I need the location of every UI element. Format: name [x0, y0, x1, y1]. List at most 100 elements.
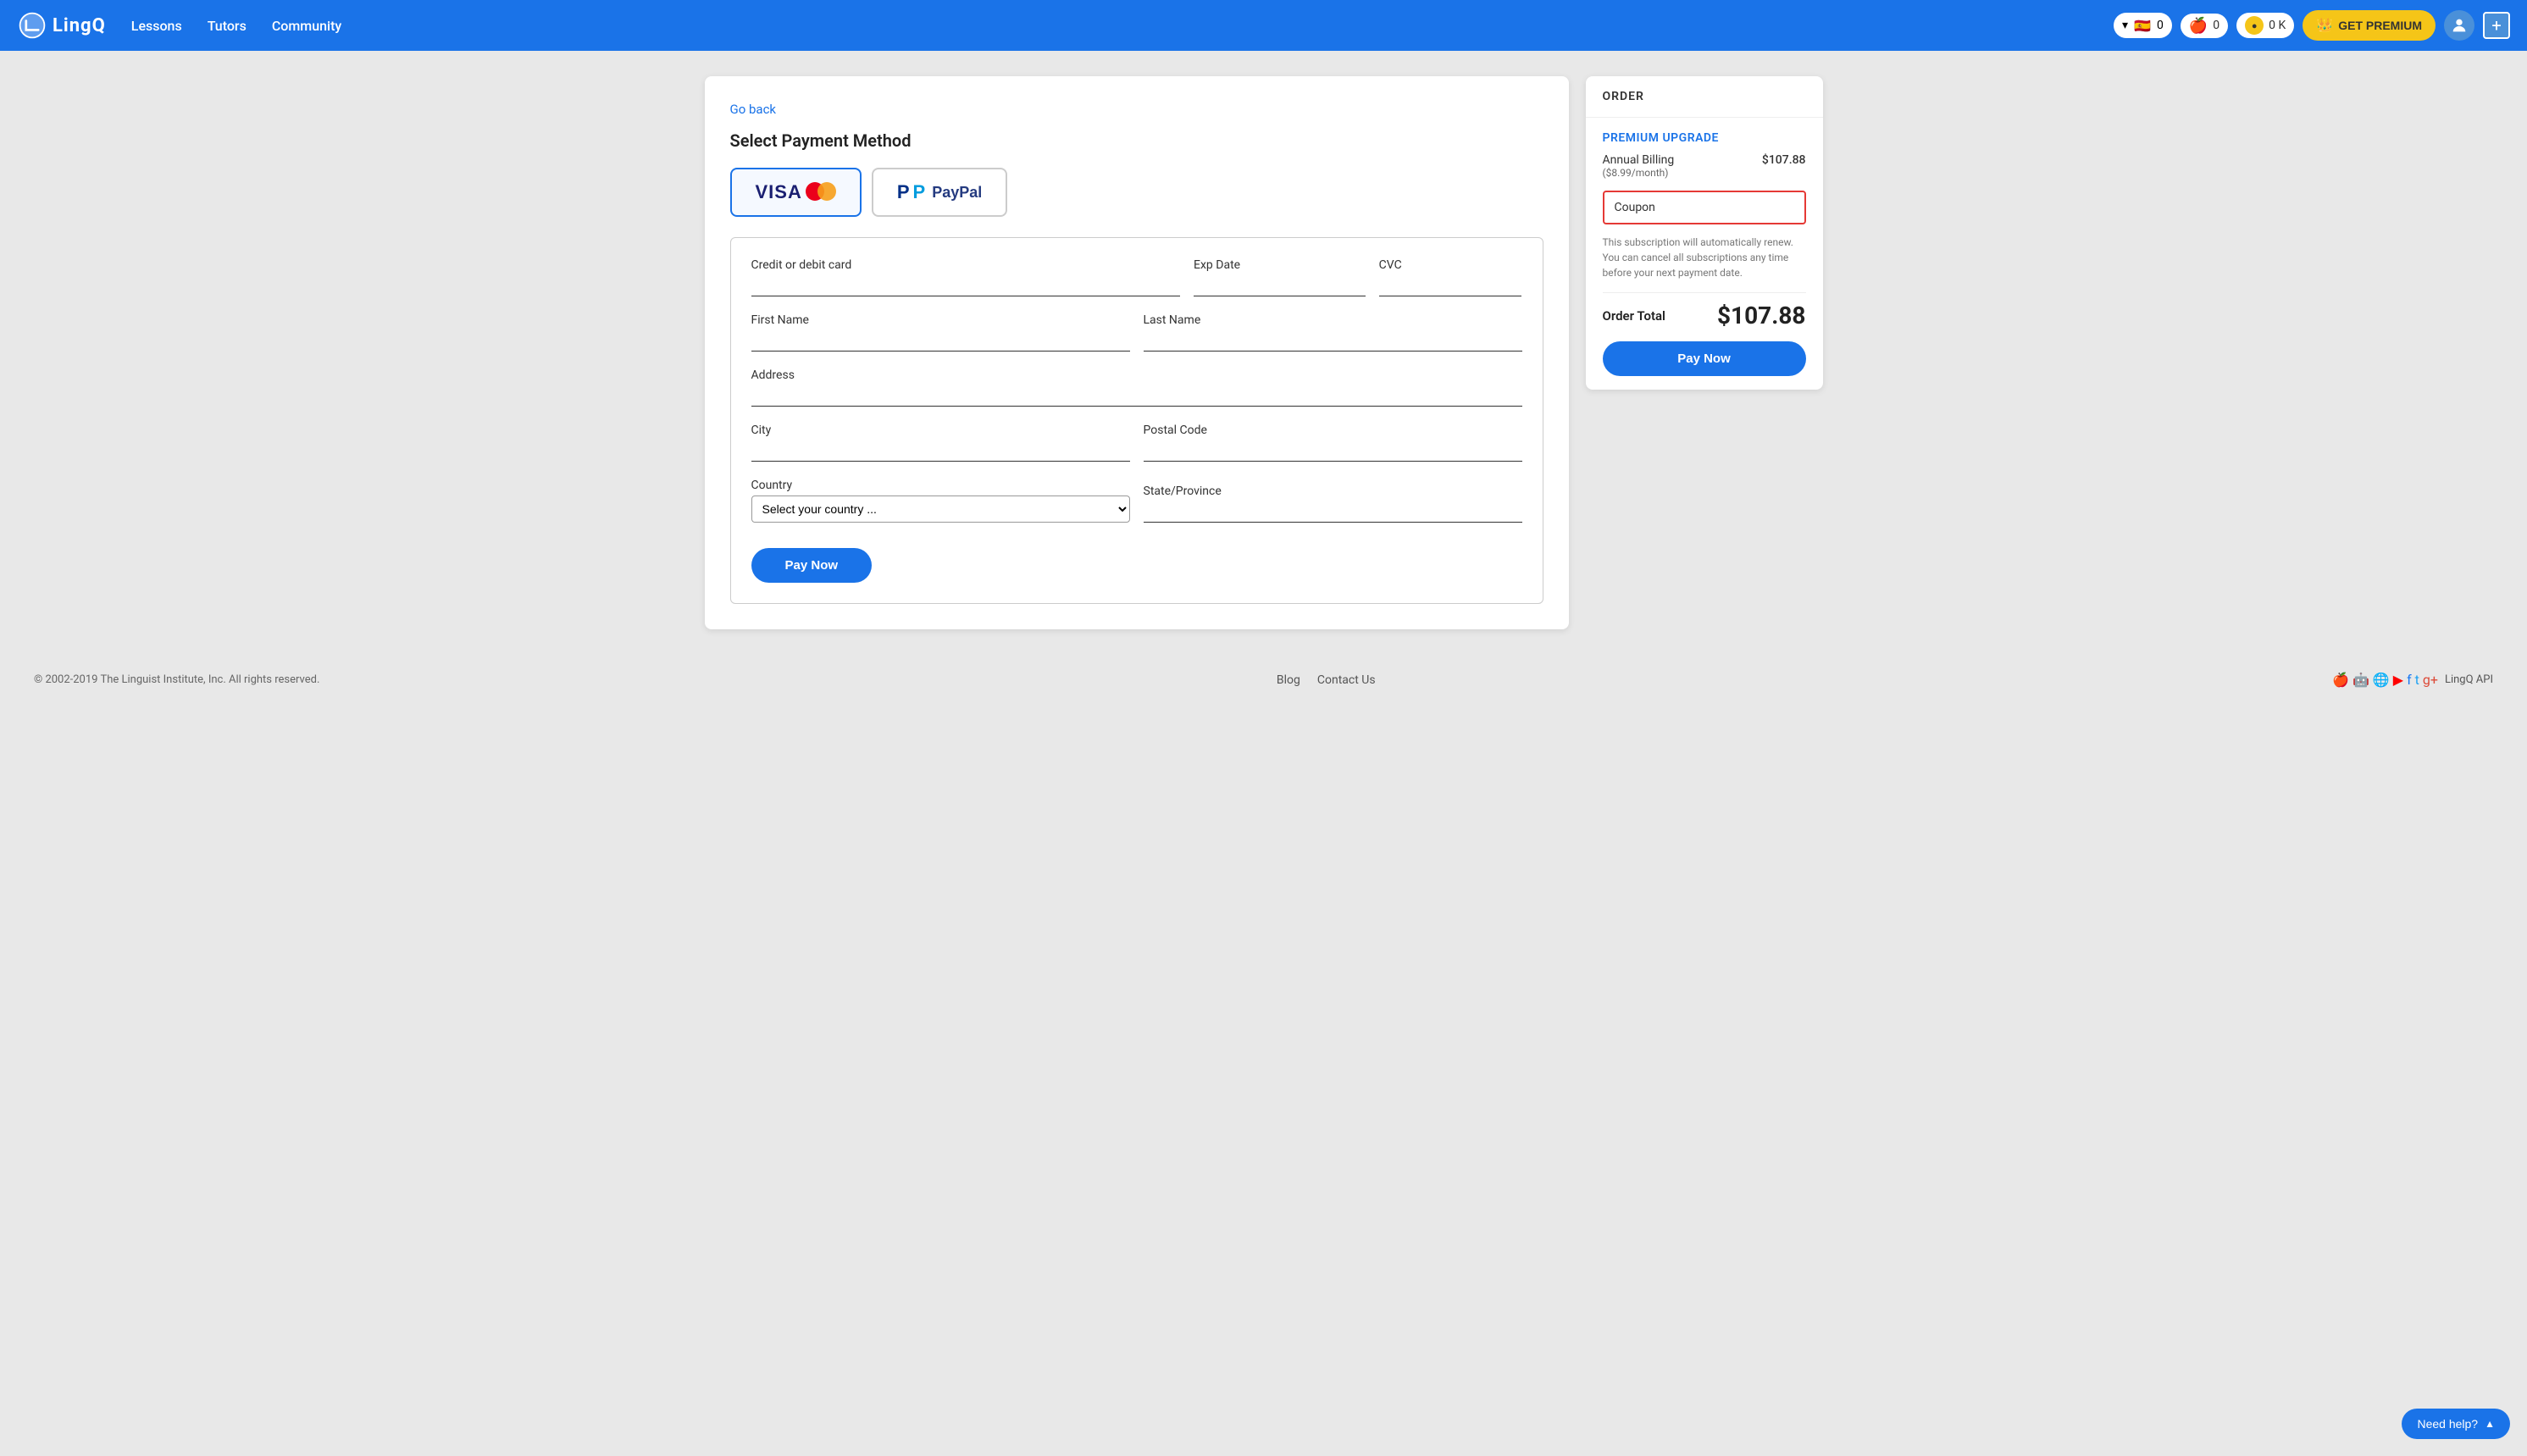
order-total-label: Order Total [1603, 308, 1665, 324]
address-row: Address [751, 368, 1522, 407]
navbar: LingQ Lessons Tutors Community ▾ 🇪🇸 0 🍎 … [0, 0, 2527, 51]
cvc-field: CVC [1379, 258, 1522, 296]
billing-price: $107.88 [1762, 153, 1806, 167]
chevron-down-icon: ▾ [2122, 19, 2128, 32]
chrome-icon[interactable]: 🌐 [2373, 672, 2390, 688]
billing-row: Annual Billing ($8.99/month) $107.88 [1603, 153, 1806, 179]
crown-icon: 👑 [2316, 17, 2333, 34]
billing-label: Annual Billing [1603, 153, 1675, 167]
paypal-p-light: P [913, 181, 926, 203]
avatar[interactable] [2444, 10, 2474, 41]
last-name-input[interactable] [1144, 330, 1522, 352]
coin-count: 0 K [2269, 19, 2286, 32]
go-back-link[interactable]: Go back [730, 102, 1543, 117]
city-postal-row: City Postal Code [751, 424, 1522, 462]
card-row: Credit or debit card Exp Date CVC [751, 258, 1522, 296]
logo[interactable]: LingQ [17, 10, 106, 41]
coupon-section: Coupon [1603, 191, 1806, 224]
card-number-input[interactable] [751, 275, 1181, 296]
mastercard-icon [806, 182, 836, 202]
renewal-notice: This subscription will automatically ren… [1603, 235, 1806, 280]
footer-blog-link[interactable]: Blog [1277, 673, 1300, 687]
facebook-icon[interactable]: f [2407, 672, 2412, 688]
order-total-row: Order Total $107.88 [1603, 302, 1806, 329]
postal-code-input[interactable] [1144, 440, 1522, 462]
order-body: PREMIUM UPGRADE Annual Billing ($8.99/mo… [1586, 118, 1823, 390]
coupon-input[interactable] [1664, 201, 1817, 214]
order-product-name: PREMIUM UPGRADE [1603, 131, 1806, 145]
language-badge[interactable]: ▾ 🇪🇸 0 [2114, 13, 2172, 38]
exp-date-input[interactable] [1194, 275, 1366, 296]
country-field: Country Select your country ... [751, 479, 1130, 523]
apple-icon: 🍎 [2189, 17, 2208, 35]
footer-right: 🍎 🤖 🌐 ▶ f t g+ LingQ API [2332, 672, 2493, 688]
visa-payment-button[interactable]: VISA [730, 168, 862, 217]
order-panel: ORDER PREMIUM UPGRADE Annual Billing ($8… [1586, 76, 1823, 390]
city-label: City [751, 424, 1130, 437]
logo-text: LingQ [53, 15, 106, 36]
footer-api-link[interactable]: LingQ API [2445, 673, 2493, 686]
order-header: ORDER [1586, 76, 1823, 118]
chevron-up-icon: ▲ [2485, 1418, 2495, 1430]
state-field: State/Province [1144, 484, 1522, 523]
country-state-row: Country Select your country ... State/Pr… [751, 479, 1522, 523]
main-content: Go back Select Payment Method VISA P P P… [671, 51, 1857, 655]
pay-now-form-button[interactable]: Pay Now [751, 548, 873, 583]
get-premium-button[interactable]: 👑 GET PREMIUM [2303, 10, 2436, 41]
google-plus-icon[interactable]: g+ [2423, 672, 2438, 688]
footer-contact-link[interactable]: Contact Us [1317, 673, 1376, 687]
add-button[interactable]: + [2483, 12, 2510, 39]
coin-badge[interactable]: ● 0 K [2236, 13, 2294, 38]
footer: © 2002-2019 The Linguist Institute, Inc.… [0, 655, 2527, 705]
first-name-field: First Name [751, 313, 1130, 352]
coupon-label: Coupon [1615, 201, 1655, 214]
billing-label-group: Annual Billing ($8.99/month) [1603, 153, 1675, 179]
nav-lessons[interactable]: Lessons [131, 18, 182, 34]
apple-badge[interactable]: 🍎 0 [2181, 14, 2228, 38]
paypal-payment-button[interactable]: P P PayPal [872, 168, 1007, 217]
footer-social-icons: 🍎 🤖 🌐 ▶ f t g+ [2332, 672, 2438, 688]
cvc-input[interactable] [1379, 275, 1522, 296]
android-icon[interactable]: 🤖 [2352, 672, 2369, 688]
first-name-input[interactable] [751, 330, 1130, 352]
postal-code-label: Postal Code [1144, 424, 1522, 437]
card-number-label: Credit or debit card [751, 258, 1181, 272]
order-total-price: $107.88 [1717, 302, 1806, 329]
need-help-label: Need help? [2417, 1417, 2478, 1431]
apple-store-icon[interactable]: 🍎 [2332, 672, 2349, 688]
state-input[interactable] [1144, 501, 1522, 523]
footer-links: Blog Contact Us [1277, 673, 1376, 687]
pay-now-order-button[interactable]: Pay Now [1603, 341, 1806, 376]
city-input[interactable] [751, 440, 1130, 462]
address-input[interactable] [751, 385, 1522, 407]
address-field: Address [751, 368, 1522, 407]
country-select[interactable]: Select your country ... [751, 495, 1130, 523]
premium-btn-label: GET PREMIUM [2338, 19, 2422, 32]
need-help-button[interactable]: Need help? ▲ [2402, 1409, 2510, 1439]
billing-sub: ($8.99/month) [1603, 167, 1675, 179]
city-field: City [751, 424, 1130, 462]
paypal-text: PayPal [932, 184, 982, 202]
nav-community[interactable]: Community [272, 18, 341, 34]
name-row: First Name Last Name [751, 313, 1522, 352]
coin-icon: ● [2245, 16, 2264, 35]
payment-methods: VISA P P PayPal [730, 168, 1543, 217]
country-label: Country [751, 479, 1130, 492]
section-title: Select Payment Method [730, 130, 1543, 151]
youtube-icon[interactable]: ▶ [2393, 672, 2403, 688]
postal-code-field: Postal Code [1144, 424, 1522, 462]
navbar-right: ▾ 🇪🇸 0 🍎 0 ● 0 K 👑 GET PREMIUM + [2114, 10, 2510, 41]
language-count: 0 [2157, 19, 2164, 32]
exp-date-label: Exp Date [1194, 258, 1366, 272]
flag-icon: 🇪🇸 [2133, 16, 2152, 35]
card-form: Credit or debit card Exp Date CVC First … [730, 237, 1543, 604]
order-divider [1603, 292, 1806, 293]
twitter-icon[interactable]: t [2415, 672, 2419, 688]
apple-count: 0 [2213, 19, 2219, 32]
nav-tutors[interactable]: Tutors [208, 18, 247, 34]
visa-text: VISA [756, 181, 802, 203]
lingq-logo-icon [17, 10, 47, 41]
footer-copyright: © 2002-2019 The Linguist Institute, Inc.… [34, 673, 319, 686]
state-label: State/Province [1144, 484, 1522, 498]
last-name-field: Last Name [1144, 313, 1522, 352]
